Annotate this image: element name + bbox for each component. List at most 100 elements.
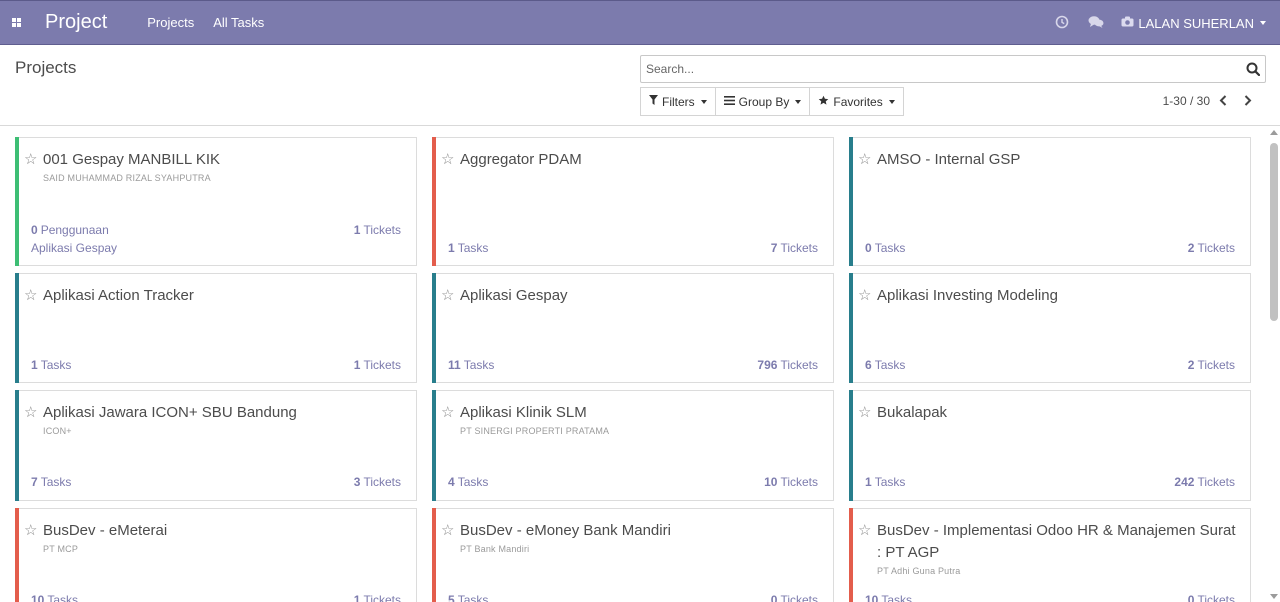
breadcrumb: Projects	[15, 58, 77, 77]
star-icon[interactable]: ☆	[24, 150, 37, 168]
project-tasks[interactable]: 10 Tasks	[865, 593, 912, 602]
pager-value[interactable]: 1-30 / 30	[1163, 94, 1210, 108]
chevron-down-icon	[1260, 21, 1266, 25]
project-tasks[interactable]: 1 Tasks	[865, 475, 905, 489]
star-icon[interactable]: ☆	[24, 521, 37, 539]
project-card[interactable]: ☆ 001 Gespay MANBILL KIK SAID MUHAMMAD R…	[15, 137, 417, 266]
tickets-count: 796	[757, 358, 778, 372]
project-tasks[interactable]: 6 Tasks	[865, 358, 905, 372]
project-card[interactable]: ☆ Aplikasi Klinik SLM PT SINERGI PROPERT…	[432, 390, 834, 501]
project-left-extra[interactable]: Aplikasi Gespay	[31, 241, 117, 255]
project-title: Aplikasi Jawara ICON+ SBU Bandung	[43, 404, 297, 421]
apps-menu-icon[interactable]	[1, 1, 31, 45]
camera-icon	[1121, 16, 1134, 30]
tasks-count: 1	[865, 475, 872, 489]
project-tasks[interactable]: 1 Tasks	[448, 241, 488, 255]
star-icon[interactable]: ☆	[441, 150, 454, 168]
tickets-count: 0	[1187, 593, 1195, 602]
color-bar	[849, 508, 853, 602]
project-tickets[interactable]: 0 Tickets	[771, 593, 818, 602]
filter-icon	[649, 95, 658, 108]
project-card[interactable]: ☆ Aplikasi Action Tracker 1 Tasks 1 Ticket…	[15, 273, 417, 383]
kanban-scrollbar[interactable]	[1268, 127, 1280, 602]
tasks-count: 4	[448, 475, 455, 489]
project-card[interactable]: ☆ Aplikasi Investing Modeling 6 Tasks 2 Ti…	[849, 273, 1251, 383]
project-card[interactable]: ☆ Aplikasi Jawara ICON+ SBU Bandung ICON…	[15, 390, 417, 501]
project-tasks[interactable]: 5 Tasks	[448, 593, 488, 602]
tasks-label: Tasks	[457, 475, 489, 489]
scrollbar-thumb[interactable]	[1270, 143, 1278, 321]
tickets-count: 242	[1174, 475, 1195, 489]
star-icon[interactable]: ☆	[858, 403, 871, 421]
search-icon[interactable]	[1246, 62, 1261, 77]
project-tasks[interactable]: 10 Tasks	[31, 593, 78, 602]
project-card[interactable]: ☆ AMSO - Internal GSP 0 Tasks 2 Tickets	[849, 137, 1251, 266]
chat-icon[interactable]	[1079, 15, 1113, 32]
project-card[interactable]: ☆ BusDev - Implementasi Odoo HR & Manaje…	[849, 508, 1251, 602]
project-card[interactable]: ☆ Aggregator PDAM 1 Tasks 7 Tickets	[432, 137, 834, 266]
project-tickets[interactable]: 1 Tickets	[354, 223, 401, 237]
project-tickets[interactable]: 2 Tickets	[1188, 358, 1235, 372]
project-tickets[interactable]: 1 Tickets	[354, 358, 401, 372]
project-tickets[interactable]: 2 Tickets	[1188, 241, 1235, 255]
star-icon[interactable]: ☆	[858, 286, 871, 304]
project-title: 001 Gespay MANBILL KIK	[43, 151, 221, 168]
chevron-left-icon[interactable]	[1210, 93, 1235, 109]
tasks-label: Tasks	[40, 358, 72, 372]
project-tasks[interactable]: 0 Tasks	[865, 241, 905, 255]
project-tickets[interactable]: 7 Tickets	[771, 241, 818, 255]
star-icon[interactable]: ☆	[441, 521, 454, 539]
scroll-down-arrow-icon[interactable]	[1270, 594, 1278, 599]
project-tickets[interactable]: 0 Tickets	[1188, 593, 1235, 602]
project-subtitle: SAID MUHAMMAD RIZAL SYAHPUTRA	[43, 173, 211, 183]
project-title: Aplikasi Action Tracker	[43, 287, 194, 304]
project-tickets[interactable]: 796 Tickets	[757, 358, 818, 372]
left-count: 0	[31, 223, 38, 237]
favorites-label: Favorites	[833, 94, 883, 109]
project-title: BusDev - eMoney Bank Mandiri	[460, 522, 671, 539]
favorites-button[interactable]: Favorites	[809, 87, 904, 116]
project-card[interactable]: ☆ BusDev - eMeterai PT MCP 10 Tasks 1 Tick…	[15, 508, 417, 602]
nav-link-projects[interactable]: Projects	[147, 15, 194, 30]
project-tickets[interactable]: 242 Tickets	[1174, 475, 1235, 489]
star-icon[interactable]: ☆	[858, 150, 871, 168]
star-icon[interactable]: ☆	[441, 286, 454, 304]
project-left-stat[interactable]: 0 Penggunaan	[31, 223, 109, 237]
project-tasks[interactable]: 11 Tasks	[448, 358, 494, 372]
tickets-count: 7	[770, 241, 778, 255]
nav-link-all-tasks[interactable]: All Tasks	[213, 15, 264, 30]
star-icon[interactable]: ☆	[441, 403, 454, 421]
filters-button[interactable]: Filters	[640, 87, 716, 116]
tickets-count: 10	[764, 475, 778, 489]
project-card[interactable]: ☆ BusDev - eMoney Bank Mandiri PT Bank M…	[432, 508, 834, 602]
scroll-up-arrow-icon[interactable]	[1270, 130, 1278, 135]
chevron-down-icon	[700, 99, 707, 104]
groupby-button[interactable]: Group By	[714, 87, 811, 116]
project-tasks[interactable]: 4 Tasks	[448, 475, 488, 489]
star-icon[interactable]: ☆	[858, 521, 871, 539]
project-card[interactable]: ☆ Aplikasi Gespay 11 Tasks 796 Tickets	[432, 273, 834, 383]
top-navbar: Project Projects All Tasks LALAN SUHERLA…	[0, 0, 1280, 45]
color-bar	[15, 273, 19, 383]
project-tasks[interactable]: 7 Tasks	[31, 475, 71, 489]
tasks-label: Tasks	[457, 593, 489, 602]
search-input[interactable]	[641, 56, 1231, 82]
project-tickets[interactable]: 10 Tickets	[764, 475, 818, 489]
filters-label: Filters	[662, 94, 695, 109]
groupby-label: Group By	[738, 94, 790, 109]
tasks-label: Tasks	[457, 241, 489, 255]
pager: 1-30 / 30	[1163, 93, 1260, 109]
project-title: Bukalapak	[877, 404, 948, 421]
user-menu[interactable]: LALAN SUHERLAN	[1121, 16, 1266, 31]
star-icon[interactable]: ☆	[24, 403, 37, 421]
star-icon[interactable]: ☆	[24, 286, 37, 304]
project-tickets[interactable]: 3 Tickets	[354, 475, 401, 489]
tickets-label: Tickets	[363, 593, 401, 602]
project-tasks[interactable]: 1 Tasks	[31, 358, 71, 372]
project-card[interactable]: ☆ Bukalapak 1 Tasks 242 Tickets	[849, 390, 1251, 501]
project-tickets[interactable]: 1 Tickets	[354, 593, 401, 602]
clock-icon[interactable]	[1045, 15, 1079, 32]
project-title: Aplikasi Gespay	[460, 287, 568, 304]
chevron-right-icon[interactable]	[1235, 93, 1260, 109]
color-bar	[15, 137, 19, 266]
